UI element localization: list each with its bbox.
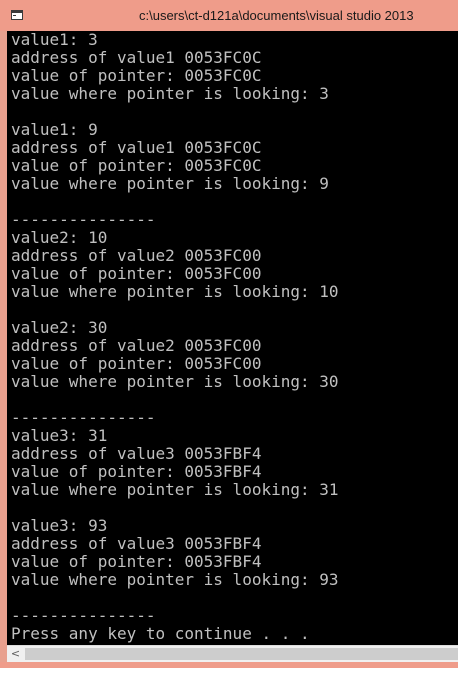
console-line: value where pointer is looking: 30 [11,372,339,391]
console-line: value2: 30 [11,318,108,337]
console-line: address of value1 0053FC0C [11,48,262,67]
scrollbar-thumb[interactable] [25,648,458,660]
console-line: address of value2 0053FC00 [11,246,262,265]
console-line: value where pointer is looking: 10 [11,282,339,301]
console-line: value2: 10 [11,228,108,247]
console-line: address of value3 0053FBF4 [11,444,262,463]
console-line: value1: 9 [11,120,98,139]
separator-line: --------------- [11,408,156,427]
console-line: value of pointer: 0053FBF4 [11,462,262,481]
window-bottom-border [0,662,458,673]
title-bar[interactable]: c:\users\ct-d121a\documents\visual studi… [0,0,458,31]
continue-prompt: Press any key to continue . . . [11,624,310,643]
console-line: address of value1 0053FC0C [11,138,262,157]
console-line: value3: 93 [11,516,108,535]
console-line: value of pointer: 0053FC00 [11,354,262,373]
console-line: address of value3 0053FBF4 [11,534,262,553]
console-line: value of pointer: 0053FC00 [11,264,262,283]
console-output[interactable]: value1: 3 address of value1 0053FC0C val… [7,31,458,645]
console-line: value of pointer: 0053FC0C [11,156,262,175]
console-line: value of pointer: 0053FC0C [11,66,262,85]
chevron-left-icon[interactable]: < [7,646,24,662]
console-line: value where pointer is looking: 93 [11,570,339,589]
window-title: c:\users\ct-d121a\documents\visual studi… [139,8,414,23]
separator-line: --------------- [11,210,156,229]
console-line: address of value2 0053FC00 [11,336,262,355]
console-line: value of pointer: 0053FBF4 [11,552,262,571]
separator-line: --------------- [11,606,156,625]
console-line: value where pointer is looking: 3 [11,84,329,103]
console-app-icon[interactable] [11,10,23,20]
console-line: value3: 31 [11,426,108,445]
horizontal-scrollbar[interactable]: < [7,645,458,662]
console-line: value where pointer is looking: 9 [11,174,329,193]
console-window: c:\users\ct-d121a\documents\visual studi… [0,0,458,673]
console-line: value1: 3 [11,31,98,49]
console-line: value where pointer is looking: 31 [11,480,339,499]
